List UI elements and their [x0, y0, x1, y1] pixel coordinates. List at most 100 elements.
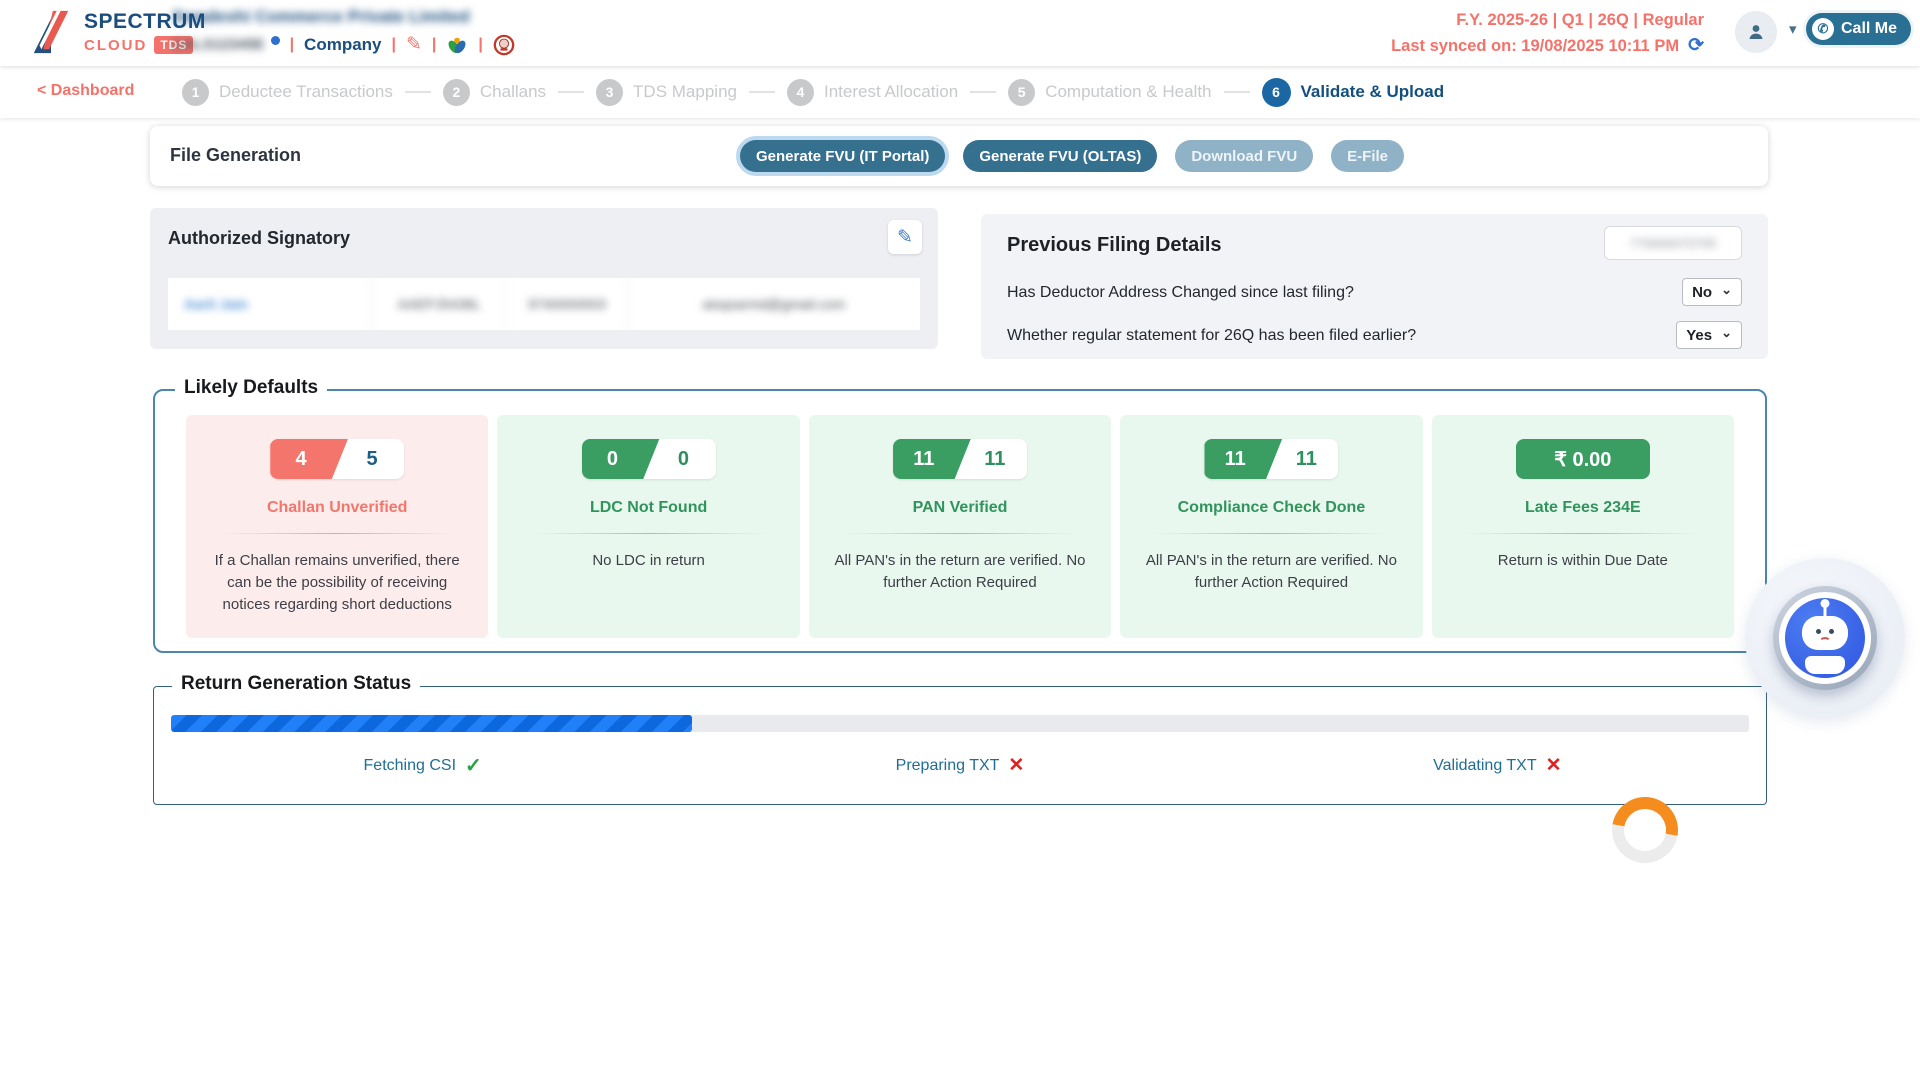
- sync-refresh-icon[interactable]: ⟳: [1688, 33, 1704, 58]
- separator: |: [290, 36, 294, 54]
- step-number: 5: [1008, 79, 1035, 106]
- authorized-signatory-title: Authorized Signatory: [168, 228, 350, 249]
- compliance-check-card: 11 11 Compliance Check Done All PAN's in…: [1120, 415, 1422, 638]
- card-description: No LDC in return: [513, 550, 783, 572]
- call-me-button[interactable]: ✆ Call Me: [1806, 13, 1911, 45]
- regular-statement-question: Whether regular statement for 26Q has be…: [1007, 327, 1416, 345]
- card-title: Late Fees 234E: [1432, 499, 1734, 517]
- address-changed-select[interactable]: No ⌄: [1682, 278, 1742, 306]
- cross-icon: ✕: [1546, 754, 1562, 777]
- step-connector: [405, 91, 431, 93]
- step-computation-health[interactable]: 5 Computation & Health: [1008, 79, 1211, 106]
- company-tan: CALS12345E: [172, 36, 265, 53]
- ratio-badge: 0 0: [582, 439, 716, 479]
- generate-fvu-oltas-button[interactable]: Generate FVU (OLTAS): [963, 140, 1157, 172]
- ratio-badge: 11 11: [1204, 439, 1338, 479]
- robot-icon: [1785, 598, 1865, 678]
- filing-context: F.Y. 2025-26 | Q1 | 26Q | Regular Last s…: [1391, 8, 1704, 59]
- edit-signatory-button[interactable]: ✎: [888, 220, 922, 254]
- signatory-name: Aarti Jain: [168, 278, 371, 330]
- step-interest-allocation[interactable]: 4 Interest Allocation: [787, 79, 958, 106]
- back-to-dashboard-link[interactable]: < Dashboard: [37, 82, 134, 100]
- signatory-email: aisqsarmd@gmail.com: [627, 278, 920, 330]
- income-tax-portal-icon[interactable]: [493, 34, 515, 56]
- step-validate-upload[interactable]: 6 Validate & Upload: [1262, 78, 1445, 107]
- step-deductee-transactions[interactable]: 1 Deductee Transactions: [182, 79, 393, 106]
- ldc-not-found-card: 0 0 LDC Not Found No LDC in return: [497, 415, 799, 638]
- divider: [219, 533, 455, 534]
- card-description: Return is within Due Date: [1448, 550, 1718, 572]
- step-number: 2: [443, 79, 470, 106]
- user-avatar[interactable]: [1735, 11, 1777, 53]
- return-status-title: Return Generation Status: [172, 673, 420, 695]
- brand-sub: CLOUD: [84, 37, 147, 54]
- file-generation-card: File Generation Generate FVU (IT Portal)…: [150, 126, 1768, 186]
- signatory-row: Aarti Jain AAEPJ5436L 9740000003 aisqsar…: [168, 278, 920, 330]
- account-menu-caret-icon[interactable]: ▾: [1789, 20, 1797, 38]
- previous-filing-panel: Previous Filing Details 770000070705 Has…: [981, 214, 1768, 359]
- card-description: All PAN's in the return are verified. No…: [1136, 550, 1406, 594]
- check-icon: ✓: [465, 753, 482, 778]
- regular-statement-select[interactable]: Yes ⌄: [1676, 321, 1742, 349]
- address-changed-question: Has Deductor Address Changed since last …: [1007, 284, 1354, 302]
- chevron-down-icon: ⌄: [1721, 325, 1732, 341]
- call-me-label: Call Me: [1841, 20, 1897, 38]
- late-fees-card: ₹ 0.00 Late Fees 234E Return is within D…: [1432, 415, 1734, 638]
- step-connector: [970, 91, 996, 93]
- likely-defaults-title: Likely Defaults: [175, 377, 327, 399]
- cross-icon: ✕: [1008, 754, 1024, 777]
- generate-fvu-it-portal-button[interactable]: Generate FVU (IT Portal): [740, 140, 945, 172]
- amount-badge: ₹ 0.00: [1516, 439, 1650, 479]
- status-preparing-txt: Preparing TXT ✕: [691, 753, 1228, 778]
- filing-context-line1: F.Y. 2025-26 | Q1 | 26Q | Regular: [1391, 8, 1704, 33]
- signatory-phone: 9740000003: [506, 278, 626, 330]
- step-number: 6: [1262, 78, 1291, 107]
- step-number: 1: [182, 79, 209, 106]
- divider: [1465, 533, 1701, 534]
- brand-logo-icon: [28, 9, 74, 55]
- card-title: Compliance Check Done: [1120, 499, 1422, 517]
- progress-bar-fill: [171, 715, 692, 732]
- card-description: All PAN's in the return are verified. No…: [825, 550, 1095, 594]
- company-block: Swadeshi Commerce Private Limited CALS12…: [172, 7, 515, 56]
- card-title: Challan Unverified: [186, 499, 488, 517]
- card-title: LDC Not Found: [497, 499, 799, 517]
- step-number: 3: [596, 79, 623, 106]
- pan-verified-card: 11 11 PAN Verified All PAN's in the retu…: [809, 415, 1111, 638]
- wizard-stepper: < Dashboard 1 Deductee Transactions 2 Ch…: [0, 66, 1920, 118]
- step-connector: [558, 91, 584, 93]
- ratio-badge: 4 5: [270, 439, 404, 479]
- card-description: If a Challan remains unverified, there c…: [202, 550, 472, 615]
- download-fvu-button[interactable]: Download FVU: [1175, 140, 1313, 172]
- top-header: SPECTRUM CLOUD TDS Swadeshi Commerce Pri…: [0, 0, 1920, 66]
- separator: |: [478, 36, 482, 54]
- status-validating-txt: Validating TXT ✕: [1229, 753, 1766, 778]
- step-number: 4: [787, 79, 814, 106]
- notification-dot-icon: [271, 36, 280, 45]
- previous-filing-title: Previous Filing Details: [1007, 234, 1222, 257]
- pencil-icon: ✎: [897, 226, 913, 249]
- previous-receipt-number[interactable]: 770000070705: [1604, 226, 1742, 260]
- ratio-badge: 11 11: [893, 439, 1027, 479]
- company-label: Company: [304, 35, 381, 55]
- step-connector: [1224, 91, 1250, 93]
- separator: |: [392, 36, 396, 54]
- divider: [531, 533, 767, 534]
- traces-portal-icon[interactable]: [446, 34, 468, 56]
- step-tds-mapping[interactable]: 3 TDS Mapping: [596, 79, 737, 106]
- e-file-button[interactable]: E-File: [1331, 140, 1404, 172]
- progress-bar: [171, 715, 1749, 732]
- step-connector: [749, 91, 775, 93]
- chevron-down-icon: ⌄: [1721, 282, 1732, 298]
- file-generation-title: File Generation: [170, 145, 301, 166]
- edit-company-icon[interactable]: ✎: [406, 33, 422, 56]
- chatbot-widget[interactable]: [1745, 558, 1905, 718]
- challan-unverified-card: 4 5 Challan Unverified If a Challan rema…: [186, 415, 488, 638]
- return-generation-status-section: Return Generation Status Fetching CSI ✓ …: [153, 686, 1767, 805]
- signatory-pan: AAEPJ5436L: [371, 278, 506, 330]
- step-challans[interactable]: 2 Challans: [443, 79, 546, 106]
- divider: [842, 533, 1078, 534]
- last-synced-text: Last synced on: 19/08/2025 10:11 PM: [1391, 37, 1679, 55]
- divider: [1153, 533, 1389, 534]
- likely-defaults-section: Likely Defaults 4 5 Challan Unverified I…: [153, 389, 1767, 653]
